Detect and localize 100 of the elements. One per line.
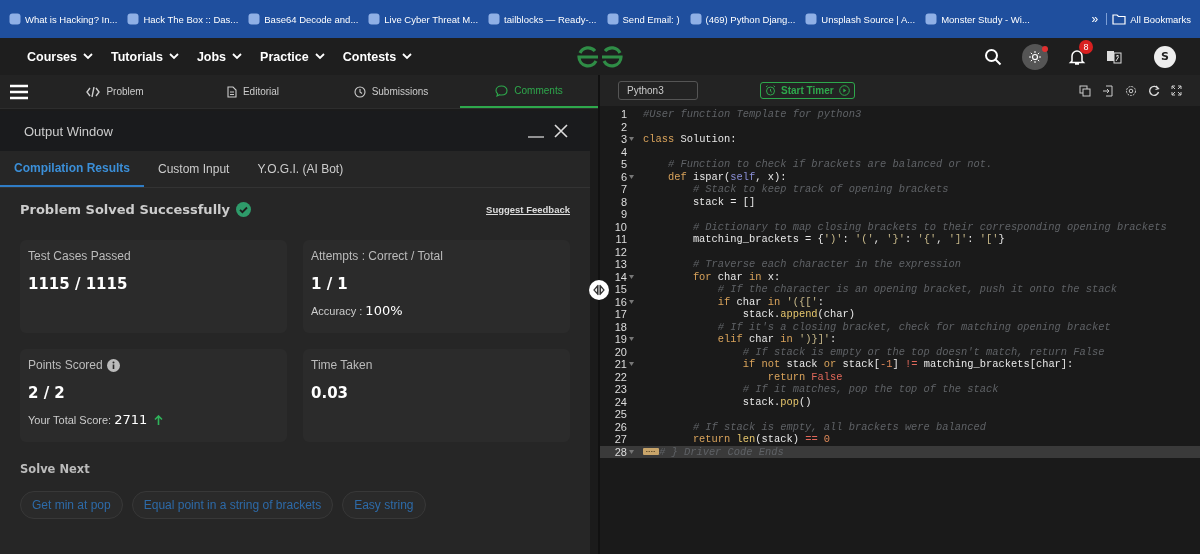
line-number: 27 <box>613 433 627 446</box>
output-tab[interactable]: Y.O.G.I. (AI Bot) <box>243 151 358 187</box>
arrow-up-icon <box>154 414 164 425</box>
code-line: for char in x: <box>691 270 781 283</box>
problem-tab[interactable]: Problem <box>46 75 184 108</box>
line-number: 9 <box>619 208 627 221</box>
code-line: # Function to check if brackets are balanced or not. <box>666 158 993 171</box>
reset-icon[interactable] <box>1148 84 1160 97</box>
card-value: 1 / 1 <box>311 275 349 293</box>
code-line: stack.append(char) <box>741 308 856 321</box>
code-line: if char in '({[': <box>716 295 824 308</box>
folder-icon <box>1112 13 1127 25</box>
bookmark[interactable]: tailblocks — Ready-... <box>483 13 602 25</box>
fullscreen-icon[interactable] <box>1171 85 1182 96</box>
language-select[interactable]: Python3 <box>618 81 698 100</box>
line-number: 19 <box>613 333 627 346</box>
play-circle-icon <box>838 85 850 96</box>
line-number: 16 <box>613 295 627 308</box>
start-timer-button[interactable]: Start Timer <box>760 82 855 99</box>
search-icon[interactable] <box>984 47 1002 66</box>
fold-caret-icon[interactable] <box>629 299 634 304</box>
copy-icon[interactable] <box>1079 84 1091 97</box>
code-line: return False <box>766 370 843 383</box>
site-icon <box>488 13 501 25</box>
line-number: 25 <box>613 408 627 421</box>
bookmark[interactable]: Hack The Box :: Das... <box>122 13 244 25</box>
chevron-down-icon <box>314 53 325 60</box>
nav-menu[interactable]: Courses <box>27 49 94 64</box>
bookmark[interactable]: Send Email: ) <box>601 13 685 25</box>
line-number: 21 <box>613 358 627 371</box>
problem-tab[interactable]: Editorial <box>184 75 322 108</box>
fold-caret-icon[interactable] <box>629 337 634 342</box>
code-line: # If stack is empty or the top doesn't match, return False <box>741 345 1105 358</box>
card-label: Time Taken <box>311 358 373 372</box>
line-number: 8 <box>619 195 627 208</box>
bookmark[interactable]: What is Hacking? In... <box>4 13 123 25</box>
code-line: stack = [] <box>691 195 756 208</box>
bookmark[interactable]: Base64 Decode and... <box>243 13 364 25</box>
line-number: 13 <box>613 258 627 271</box>
bookmark[interactable]: (469) Python Djang... <box>684 13 801 25</box>
site-icon <box>9 13 21 25</box>
code-line: # Stack to keep track of opening brackets <box>691 183 949 196</box>
card-value: 1115 / 1115 <box>28 275 129 293</box>
code-line: if not stack or stack[-1] != matching_brackets[char]: <box>741 358 1074 371</box>
suggest-feedback-link[interactable]: Suggest Feedback <box>486 203 570 215</box>
nav-menu[interactable]: Jobs <box>196 49 243 64</box>
code-icon <box>86 86 101 97</box>
output-tab[interactable]: Compilation Results <box>0 151 144 187</box>
fold-caret-icon[interactable] <box>629 274 634 279</box>
bookmark[interactable]: Live Cyber Threat M... <box>363 13 484 25</box>
site-icon <box>606 13 619 25</box>
card-label: Points Scored <box>28 358 103 372</box>
bookmark[interactable]: Monster Study - Wi... <box>920 13 1035 25</box>
close-icon[interactable] <box>554 124 568 138</box>
line-number: 5 <box>619 158 627 171</box>
section-heading: Solve Next <box>20 462 91 476</box>
code-line: matching_brackets = {')': '(', '}': '{', ']': '['} <box>691 233 1005 246</box>
line-number: 15 <box>613 283 627 296</box>
settings-icon[interactable] <box>1125 84 1137 97</box>
output-tab[interactable]: Custom Input <box>144 151 244 187</box>
translate-icon[interactable] <box>1106 48 1122 65</box>
sun-icon <box>1029 50 1041 63</box>
bookmark[interactable]: Unsplash Source | A... <box>800 13 921 25</box>
card-label: Attempts : Correct / Total <box>311 249 443 263</box>
nav-menu[interactable]: Tutorials <box>111 49 179 64</box>
card-sub-label: Your Total Score: <box>28 413 112 426</box>
chevron-down-icon <box>402 53 413 60</box>
chevron-down-icon <box>83 53 94 60</box>
bell-icon[interactable] <box>1068 47 1086 66</box>
import-icon[interactable] <box>1102 84 1114 97</box>
fold-caret-icon[interactable] <box>629 449 634 454</box>
line-number: 17 <box>613 308 627 321</box>
notification-badge: 8 <box>1079 39 1093 54</box>
nav-menu[interactable]: Practice <box>260 49 325 64</box>
line-number: 3 <box>619 133 627 146</box>
avatar[interactable]: S <box>1154 45 1176 68</box>
menu-icon[interactable] <box>10 83 28 100</box>
site-icon <box>368 13 381 25</box>
fold-caret-icon[interactable] <box>629 362 634 367</box>
code-line: # Traverse each character in the expression <box>691 258 961 271</box>
nav-menu[interactable]: Contests <box>342 49 413 64</box>
all-bookmarks-button[interactable]: All Bookmarks <box>1106 13 1196 25</box>
line-number: 28 <box>613 445 627 458</box>
fold-caret-icon[interactable] <box>629 174 634 179</box>
line-number: 6 <box>619 170 627 183</box>
problem-tab[interactable]: Submissions <box>322 75 460 108</box>
logo-icon <box>576 46 624 68</box>
code-line: # If it's a closing bracket, check for matching opening bracket <box>716 320 1111 333</box>
fold-caret-icon[interactable] <box>629 137 634 142</box>
more-bookmarks-button[interactable]: » <box>1083 12 1107 26</box>
alarm-clock-icon <box>765 85 776 96</box>
theme-toggle-button[interactable] <box>1022 43 1048 70</box>
code-line: class Solution: <box>643 133 737 146</box>
line-number: 10 <box>613 220 627 233</box>
card-sub-value: 100% <box>365 303 403 318</box>
check-circle-icon <box>236 201 251 217</box>
line-number: 4 <box>619 145 627 158</box>
folded-code-marker-icon[interactable] <box>643 448 659 456</box>
info-icon[interactable] <box>106 358 120 372</box>
code-line: #User function Template for python3 <box>643 108 862 121</box>
